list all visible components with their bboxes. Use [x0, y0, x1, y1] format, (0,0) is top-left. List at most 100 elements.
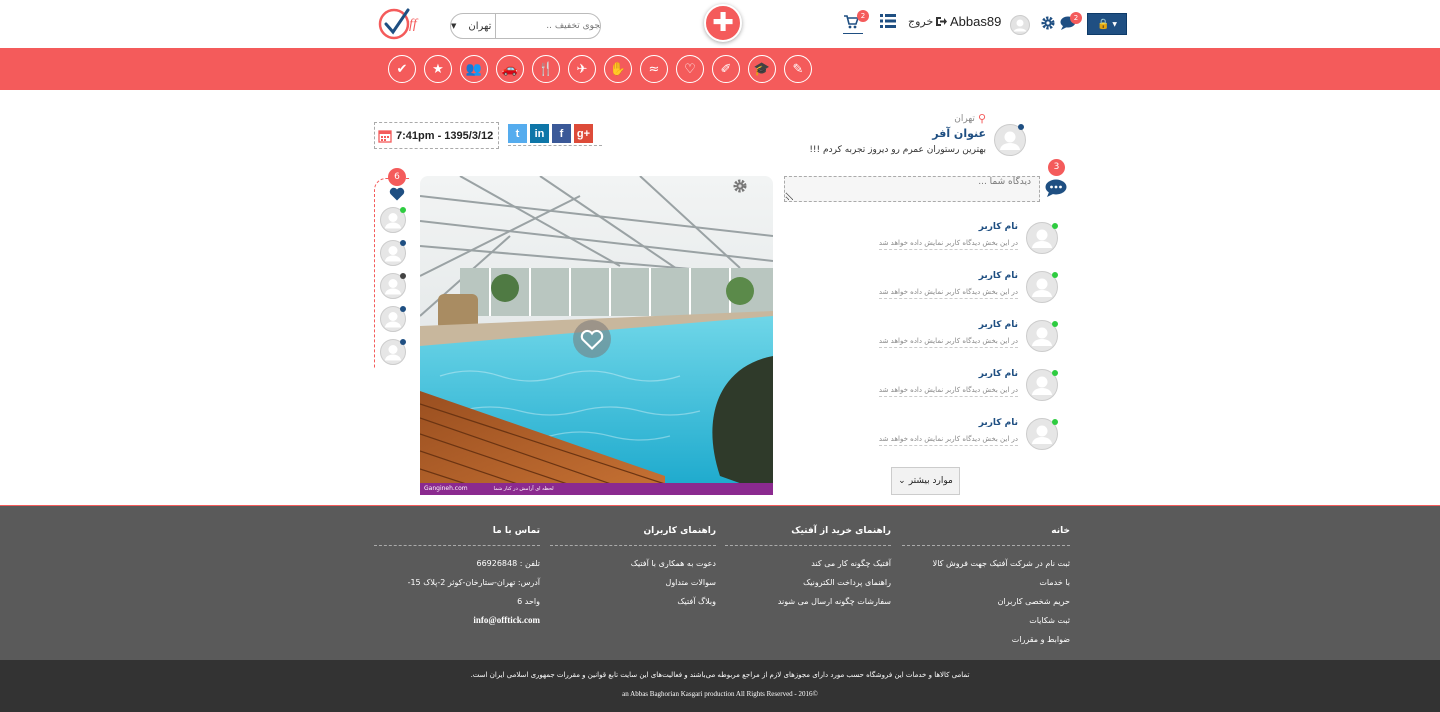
chevron-down-icon: ⌄ — [898, 476, 906, 486]
more-comments-label: موارد بیشتر — [908, 476, 953, 486]
comment-item: نام کاربر در این بخش دیدگاه کاربر نمایش د… — [870, 271, 1060, 313]
footer-link[interactable]: راهنمای پرداخت الکترونیک — [725, 573, 891, 592]
car-icon[interactable]: 🚗 — [496, 55, 524, 83]
footer-link[interactable]: ثبت نام در شرکت آفتیک جهت فروش کالا — [902, 554, 1070, 573]
add-offer-button[interactable]: ✚ — [704, 4, 742, 42]
post-datetime: 7:41pm - 1395/3/12 — [374, 122, 499, 149]
liker-status-dot — [400, 306, 406, 312]
share-linkedin-button[interactable]: in — [530, 124, 549, 143]
photo-caption: Gangineh.com لحظه ای آرامش در کنار شما — [420, 483, 773, 495]
commenter-name[interactable]: نام کاربر — [979, 418, 1018, 428]
commenter-name[interactable]: نام کاربر — [979, 222, 1018, 232]
share-facebook-button[interactable]: f — [552, 124, 571, 143]
comments-count-badge: 3 — [1048, 159, 1065, 176]
share-buttons: t in f g+ — [508, 124, 602, 146]
footer-link[interactable]: وبلاگ آفتیک — [550, 592, 716, 611]
legal-notice: تمامی کالاها و خدمات این فروشگاه حسب مور… — [470, 671, 970, 679]
health-icon[interactable]: ♡ — [676, 55, 704, 83]
more-comments-button[interactable]: موارد بیشتر ⌄ — [891, 467, 960, 495]
favorite-icon[interactable]: ★ — [424, 55, 452, 83]
user-avatar[interactable] — [1010, 15, 1030, 35]
comment-text: در این بخش دیدگاه کاربر نمایش داده خواهد… — [878, 386, 1018, 397]
restaurant-icon[interactable]: 🍴 — [532, 55, 560, 83]
messages-button[interactable]: 2 — [1060, 12, 1082, 33]
city-select-value: تهران — [468, 20, 492, 32]
post-datetime-text: 7:41pm - 1395/3/12 — [396, 129, 494, 142]
post-description: بهترین رستوران عمرم رو دیروز تجربه کردم … — [809, 145, 986, 155]
footer-link: info@offtick.com — [473, 615, 540, 625]
photo-caption-text: لحظه ای آرامش در کنار شما — [493, 486, 554, 492]
footer-col-contact: تماس با ما تلفن : 66926848 آدرس: تهران-ست… — [374, 526, 540, 656]
footer: خانه ثبت نام در شرکت آفتیک جهت فروش کالا… — [0, 505, 1440, 660]
comment-text: در این بخش دیدگاه کاربر نمایش داده خواهد… — [878, 288, 1018, 299]
footer-col-title: خانه — [902, 526, 1070, 546]
massage-icon[interactable]: ✋ — [604, 55, 632, 83]
heart-icon[interactable] — [389, 187, 405, 201]
online-status-dot — [1052, 223, 1058, 229]
list-icon[interactable] — [880, 13, 896, 29]
city-select[interactable]: تهران ▼ — [451, 14, 497, 38]
footer-col-title: راهنمای کاربران — [550, 526, 716, 546]
likes-count-badge: 6 — [388, 168, 406, 186]
commenter-name[interactable]: نام کاربر — [979, 320, 1018, 330]
beauty-icon[interactable]: ✎ — [784, 55, 812, 83]
account-dropdown[interactable]: 🔒 ▼ — [1087, 13, 1127, 35]
footer-col-user-guide: راهنمای کاربران دعوت به همکاری با آفتیک س… — [550, 526, 716, 656]
offtick-logo[interactable]: ff — [378, 6, 428, 42]
footer-link[interactable]: با خدمات — [902, 573, 1070, 592]
top-header: ff تهران ▼ ✚ 2 خروج Abbas89 2 🔒 — [0, 0, 1440, 48]
commenter-name[interactable]: نام کاربر — [979, 369, 1018, 379]
share-google-plus-button[interactable]: g+ — [574, 124, 593, 143]
copyright: an Abbas Baghorian Kasgari production Al… — [622, 690, 818, 698]
footer-link: واحد 6 — [517, 597, 540, 606]
cart-count-badge: 2 — [857, 10, 869, 22]
education-icon[interactable]: 🎓 — [748, 55, 776, 83]
online-status-dot — [1052, 272, 1058, 278]
logout-link[interactable]: خروج — [908, 15, 948, 28]
post-location-text: تهران — [954, 113, 975, 124]
discount-icon[interactable]: ✔ — [388, 55, 416, 83]
footer-link: تلفن : 66926848 — [476, 559, 540, 568]
photo-like-button[interactable] — [573, 320, 611, 358]
liker-status-dot — [400, 240, 406, 246]
people-icon[interactable]: 👥 — [460, 55, 488, 83]
footer-link[interactable]: سفارشات چگونه ارسال می شوند — [725, 592, 891, 611]
sub-footer: تمامی کالاها و خدمات این فروشگاه حسب مور… — [0, 660, 1440, 712]
footer-link[interactable]: ثبت شکایات — [902, 611, 1070, 630]
travel-icon[interactable]: ✈ — [568, 55, 596, 83]
username[interactable]: Abbas89 — [950, 14, 1001, 29]
lock-icon: 🔒 — [1096, 18, 1110, 30]
category-bar: ✎ 🎓 ✐ ♡ ≈ ✋ ✈ 🍴 🚗 👥 ★ ✔ — [0, 48, 1440, 90]
author-status-dot — [1018, 124, 1024, 130]
footer-link[interactable]: آفتیک چگونه کار می کند — [725, 554, 891, 573]
calendar-icon — [378, 129, 392, 143]
art-icon[interactable]: ✐ — [712, 55, 740, 83]
footer-link: آدرس: تهران-ستارخان-کوثر 2-پلاک 15- — [407, 578, 540, 587]
footer-link[interactable]: حریم شخصی کاربران — [902, 592, 1070, 611]
footer-link[interactable]: سوالات متداول — [550, 573, 717, 592]
search-box: تهران ▼ — [450, 13, 601, 39]
search-input[interactable] — [496, 14, 600, 38]
commenter-name[interactable]: نام کاربر — [979, 271, 1018, 281]
logout-icon — [936, 17, 948, 26]
cart-button[interactable]: 2 — [843, 10, 869, 34]
footer-col-buying-guide: راهنمای خرید از آفتیک آفتیک چگونه کار می… — [725, 526, 891, 656]
online-status-dot — [1052, 419, 1058, 425]
svg-text:ff: ff — [409, 17, 419, 32]
share-twitter-button[interactable]: t — [508, 124, 527, 143]
comment-input[interactable] — [784, 176, 1040, 202]
footer-link[interactable]: ضوابط و مقررات — [902, 630, 1070, 649]
comment-item: نام کاربر در این بخش دیدگاه کاربر نمایش د… — [870, 418, 1060, 460]
footer-link[interactable]: دعوت به همکاری با آفتیک — [550, 554, 716, 573]
comment-text: در این بخش دیدگاه کاربر نمایش داده خواهد… — [878, 337, 1018, 348]
post-location: ⚲ تهران — [954, 112, 986, 125]
post-title[interactable]: عنوان آفر — [932, 127, 986, 140]
settings-gear-icon[interactable] — [1040, 15, 1056, 31]
photo-settings-gear-icon[interactable] — [732, 178, 748, 194]
logout-label: خروج — [908, 15, 934, 28]
chevron-down-icon: ▼ — [451, 22, 457, 30]
comment-text: در این بخش دیدگاه کاربر نمایش داده خواهد… — [878, 435, 1018, 446]
comment-item: نام کاربر در این بخش دیدگاه کاربر نمایش د… — [870, 222, 1060, 264]
online-status-dot — [1052, 321, 1058, 327]
swimming-icon[interactable]: ≈ — [640, 55, 668, 83]
